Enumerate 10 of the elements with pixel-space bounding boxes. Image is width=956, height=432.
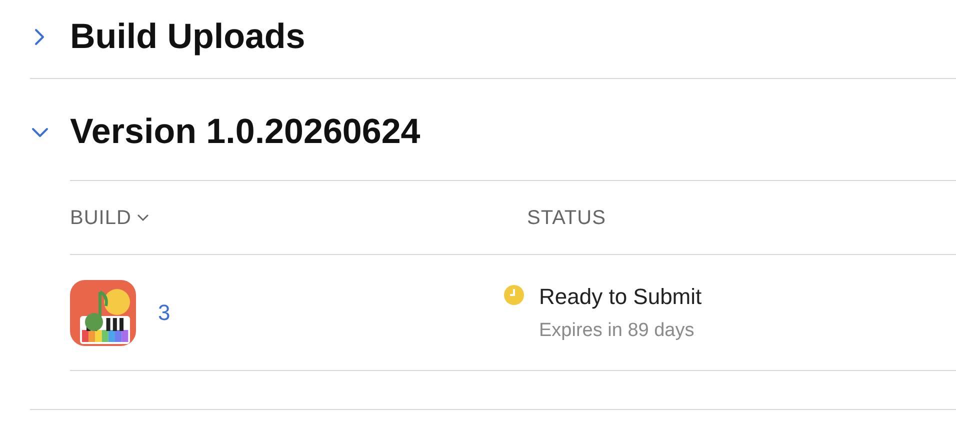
clock-icon [503, 284, 525, 306]
status-detail: Expires in 89 days [539, 318, 696, 343]
section-title: Version 1.0.20260624 [70, 111, 420, 154]
chevron-down-icon [137, 214, 150, 222]
app-icon [70, 280, 136, 346]
column-header[interactable]: STATUS [527, 202, 606, 232]
build-link[interactable]: 3 [158, 296, 170, 329]
section-title: Build Uploads [70, 16, 306, 58]
column-header[interactable]: BUILD [70, 202, 150, 232]
status-text: Ready to Submit [539, 282, 702, 311]
